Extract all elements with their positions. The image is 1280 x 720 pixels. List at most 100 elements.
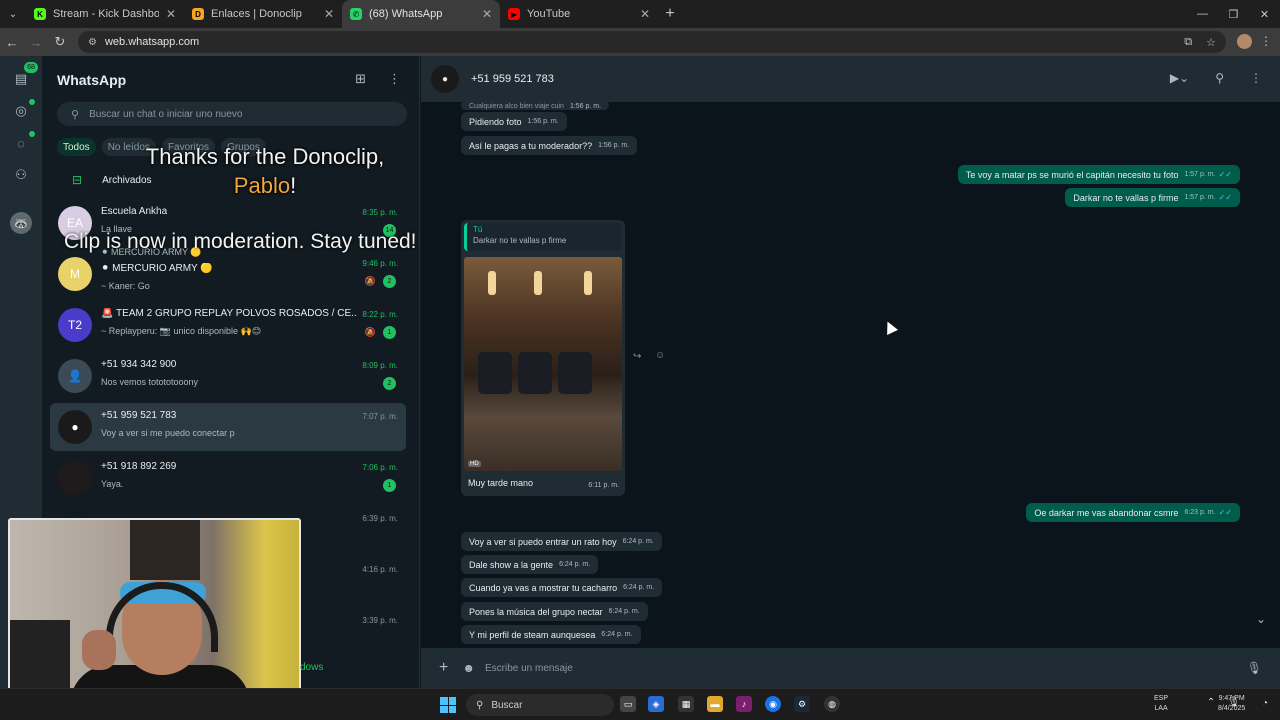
message-input[interactable]: Escribe un mensaje xyxy=(485,656,1225,680)
donoclip-icon: D xyxy=(192,8,204,20)
chat-name: +51 934 342 900 xyxy=(101,359,177,370)
maximize-icon[interactable]: ❐ xyxy=(1218,0,1249,28)
message-time: 6:24 p. m. xyxy=(623,584,655,591)
chat-row[interactable]: +51 918 892 269 Yaya. 7:06 p. m. 1 xyxy=(50,454,406,502)
incoming-message[interactable]: Y mi perfil de steam aunquesea 6:24 p. m. xyxy=(461,625,641,644)
file-explorer-icon[interactable]: ▬ xyxy=(707,696,723,712)
site-info-icon[interactable]: ⚙ xyxy=(88,37,97,48)
tab-title: YouTube xyxy=(527,8,571,20)
chat-avatar: T2 xyxy=(58,308,92,342)
language-indicator[interactable]: ESP LAA xyxy=(1154,694,1168,714)
channels-icon[interactable]: ◌ xyxy=(12,131,35,152)
incoming-message[interactable]: Así le pagas a tu moderador?? 1:56 p. m. xyxy=(461,136,638,155)
outgoing-message[interactable]: Te voy a matar ps se murió el capitán ne… xyxy=(957,165,1240,184)
chats-unread-badge: 68 xyxy=(24,62,38,73)
store-icon[interactable]: ▦ xyxy=(678,696,694,712)
close-tab-icon[interactable]: ✕ xyxy=(324,7,334,21)
archived-row[interactable]: ⊟ Archivados xyxy=(42,167,420,193)
chat-row[interactable]: ● +51 959 521 783 Voy a ver si me puedo co… xyxy=(50,403,406,451)
forward-icon[interactable]: → xyxy=(24,28,48,56)
task-view-icon[interactable]: ▭ xyxy=(620,696,636,712)
browser-menu-icon[interactable]: ⋮ xyxy=(1260,34,1272,48)
taskbar-search[interactable]: ⚲ Buscar xyxy=(466,694,614,716)
chat-row[interactable]: T2 🚨 TEAM 2 GRUPO REPLAY POLVOS ROSADOS /… xyxy=(50,301,406,349)
chats-icon[interactable]: ▤ 68 xyxy=(12,62,38,88)
browser-toolbar: ← → ↻ ⚙ web.whatsapp.com ⧉ ☆ ⋮ xyxy=(0,28,1280,56)
close-tab-icon[interactable]: ✕ xyxy=(640,7,650,21)
hd-badge: HD xyxy=(468,461,481,467)
profile-avatar[interactable] xyxy=(1237,34,1252,49)
back-icon[interactable]: ← xyxy=(0,28,24,56)
tray-chevron-icon[interactable]: ⌃ xyxy=(1207,697,1215,708)
app-icon-pink[interactable]: ♪ xyxy=(736,696,752,712)
copilot-icon[interactable]: ◈ xyxy=(648,696,664,712)
address-bar[interactable]: ⚙ web.whatsapp.com ⧉ ☆ xyxy=(78,31,1226,53)
microphone-icon[interactable]: 🎙 xyxy=(1247,661,1262,675)
browser-tab[interactable]: ▶ YouTube ✕ xyxy=(500,0,658,28)
mouse-cursor xyxy=(882,319,898,335)
quoted-message[interactable]: Tú Darkar no te vallas p firme xyxy=(464,223,622,251)
incoming-message[interactable]: Pones la música del grupo nectar 6:24 p. … xyxy=(461,602,648,621)
browser-tab[interactable]: ✆ (68) WhatsApp ✕ xyxy=(342,0,500,28)
forward-icon[interactable]: ↪ xyxy=(633,351,641,362)
tab-search-icon[interactable]: ⌄ xyxy=(0,0,26,28)
attach-icon[interactable]: + xyxy=(439,659,448,677)
chat-row[interactable]: 👤 +51 934 342 900 Nos vemos totototooony 8:… xyxy=(50,352,406,400)
install-app-icon[interactable]: ⧉ xyxy=(1184,36,1192,49)
search-messages-icon[interactable]: ⚲ xyxy=(1215,71,1224,85)
new-tab-icon[interactable]: + xyxy=(658,5,682,23)
conversation-menu-icon[interactable]: ⋮ xyxy=(1250,71,1262,85)
user-profile-avatar[interactable]: 🦝 xyxy=(10,212,32,234)
message-text: Voy a ver si puedo entrar un rato hoy xyxy=(469,536,617,547)
chrome-icon[interactable]: ◉ xyxy=(765,696,781,712)
unread-badge: 2 xyxy=(383,377,396,390)
incoming-message[interactable]: Dale show a la gente 6:24 p. m. xyxy=(461,555,599,574)
minimize-icon[interactable]: — xyxy=(1187,0,1218,28)
browser-tab[interactable]: K Stream - Kick Dashboard ✕ xyxy=(26,0,184,28)
incoming-message[interactable]: Voy a ver si puedo entrar un rato hoy 6:2… xyxy=(461,532,662,551)
conversation-header[interactable]: ● +51 959 521 783 ▶⌄ ⚲ ⋮ xyxy=(421,56,1280,102)
incoming-message[interactable]: Cualquiera alco bien viaje cuin 1:56 p. m… xyxy=(461,100,610,110)
react-emoji-icon[interactable]: ☺ xyxy=(655,350,665,361)
contact-name[interactable]: +51 959 521 783 xyxy=(471,73,554,85)
new-chat-icon[interactable]: ⊞ xyxy=(355,71,366,87)
search-input[interactable]: ⚲ Buscar un chat o iniciar uno nuevo xyxy=(57,102,407,126)
chat-time: 8:22 p. m. xyxy=(362,310,398,319)
video-call-icon[interactable]: ▶⌄ xyxy=(1170,71,1189,85)
chair xyxy=(478,352,512,394)
close-tab-icon[interactable]: ✕ xyxy=(482,7,492,21)
outgoing-message[interactable]: Oe darkar me vas abandonar csmre 6:23 p. … xyxy=(1026,503,1240,522)
browser-tab[interactable]: D Enlaces | Donoclip ✕ xyxy=(184,0,342,28)
sticker-icon[interactable]: ☻ xyxy=(462,661,475,675)
message-time: 6:24 p. m. xyxy=(608,608,640,615)
incoming-message[interactable]: Cuando ya vas a mostrar tu cacharro 6:24 … xyxy=(461,578,663,597)
incoming-message[interactable]: Pidiendo foto 1:56 p. m. xyxy=(461,112,567,131)
taskbar-clock[interactable]: 9:47 PM 8/4/2025 xyxy=(1218,694,1245,714)
obs-icon[interactable]: ◍ xyxy=(824,696,840,712)
photo-waiting-room[interactable]: HD xyxy=(464,257,622,471)
filter-groups[interactable]: Grupos xyxy=(221,138,266,156)
outgoing-message[interactable]: Darkar no te vallas p firme 1:57 p. m. ✓✓ xyxy=(1065,188,1240,207)
close-window-icon[interactable]: ✕ xyxy=(1249,0,1280,28)
filter-unread[interactable]: No leídos xyxy=(101,138,156,156)
communities-icon[interactable]: ⚇ xyxy=(12,166,30,184)
notification-icon[interactable]: ◔ xyxy=(1262,698,1268,709)
channels-dot xyxy=(29,131,35,137)
message-text: Darkar no te vallas p firme xyxy=(1073,192,1179,203)
reload-icon[interactable]: ↻ xyxy=(48,28,72,56)
steam-icon[interactable]: ⚙ xyxy=(794,696,810,712)
chat-body: ⚫ MERCURIO ARMY 🟡 ⚫ MERCURIO ARMY 🟡 ~ Kane… xyxy=(101,247,398,292)
chat-row[interactable]: M ⚫ MERCURIO ARMY 🟡 ⚫ MERCURIO ARMY 🟡 ~ Kan… xyxy=(50,247,406,298)
start-icon[interactable] xyxy=(440,697,456,713)
filter-favorites[interactable]: Favoritos xyxy=(161,138,216,156)
status-icon[interactable]: ◎ xyxy=(12,99,35,120)
filter-chips: Todos No leídos Favoritos Grupos xyxy=(57,138,266,156)
scroll-down-icon[interactable]: ⌄ xyxy=(1256,612,1266,626)
filter-all[interactable]: Todos xyxy=(57,138,96,156)
bookmark-star-icon[interactable]: ☆ xyxy=(1206,36,1216,49)
image-message[interactable]: Tú Darkar no te vallas p firme HD Muy ta… xyxy=(461,220,625,496)
read-receipt-icon: ✓✓ xyxy=(1218,170,1232,179)
close-tab-icon[interactable]: ✕ xyxy=(166,7,176,21)
contact-avatar[interactable]: ● xyxy=(431,65,459,93)
menu-icon[interactable]: ⋮ xyxy=(388,71,401,87)
